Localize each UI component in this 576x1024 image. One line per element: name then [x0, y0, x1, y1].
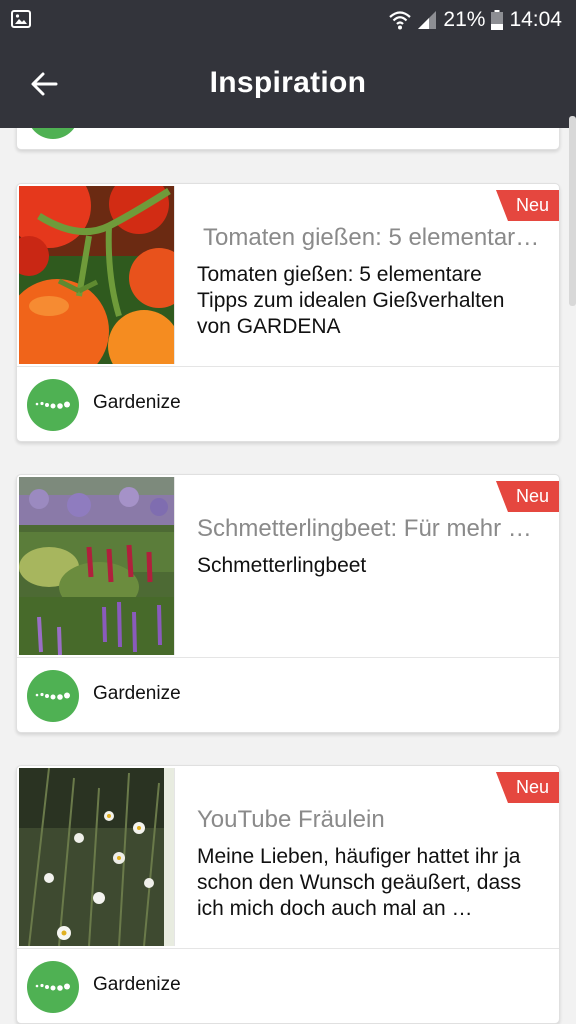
gardenize-logo-icon — [27, 670, 79, 722]
scrollbar[interactable] — [569, 116, 576, 306]
article-description: Tomaten gießen: 5 elementare Tipps zum i… — [197, 263, 505, 338]
new-badge: Neu — [495, 481, 559, 512]
new-badge: Neu — [495, 772, 559, 803]
card-footer: Gardenize — [17, 658, 559, 732]
article-image — [19, 768, 175, 946]
wifi-icon — [389, 11, 412, 30]
clock: 14:04 — [509, 8, 562, 31]
app-bar: 21% 14:04 Inspiration — [0, 0, 576, 128]
article-title: YouTube Fräulein — [197, 806, 385, 833]
card-footer: Gardenize — [17, 949, 559, 1023]
toolbar: Inspiration — [0, 40, 576, 128]
article-card[interactable]: Neu Schmetterlingbeet: Für mehr Schmette… — [16, 474, 560, 733]
battery-percentage: 21% — [443, 8, 486, 31]
source-name: Gardenize — [93, 683, 181, 704]
article-image — [19, 186, 175, 364]
article-description: Schmetterlingbeet — [197, 554, 367, 577]
source-name: Gardenize — [93, 392, 181, 413]
status-bar: 21% 14:04 — [0, 0, 576, 40]
article-card[interactable]: Neu YouTube Fräulein Meine Lieben, häufi… — [16, 765, 560, 1024]
article-description: Meine Lieben, häufiger hattet ihr ja sch… — [197, 845, 522, 920]
card-footer: Gardenize — [17, 367, 559, 441]
article-card[interactable]: Neu Tomaten gießen: 5 elementare Tipps z… — [16, 183, 560, 442]
article-title: Schmetterlingbeet: Für mehr Schmetterlin… — [197, 515, 545, 542]
new-badge: Neu — [495, 190, 559, 221]
article-image — [19, 477, 175, 655]
battery-icon — [491, 10, 504, 30]
source-name: Gardenize — [93, 974, 181, 995]
image-notification-icon — [11, 10, 31, 28]
gardenize-logo-icon — [27, 961, 79, 1013]
page-title: Inspiration — [209, 66, 367, 99]
article-title: Tomaten gießen: 5 elementare Tipps zum i… — [203, 224, 545, 251]
gardenize-logo-icon — [27, 379, 79, 431]
signal-icon — [418, 11, 437, 29]
